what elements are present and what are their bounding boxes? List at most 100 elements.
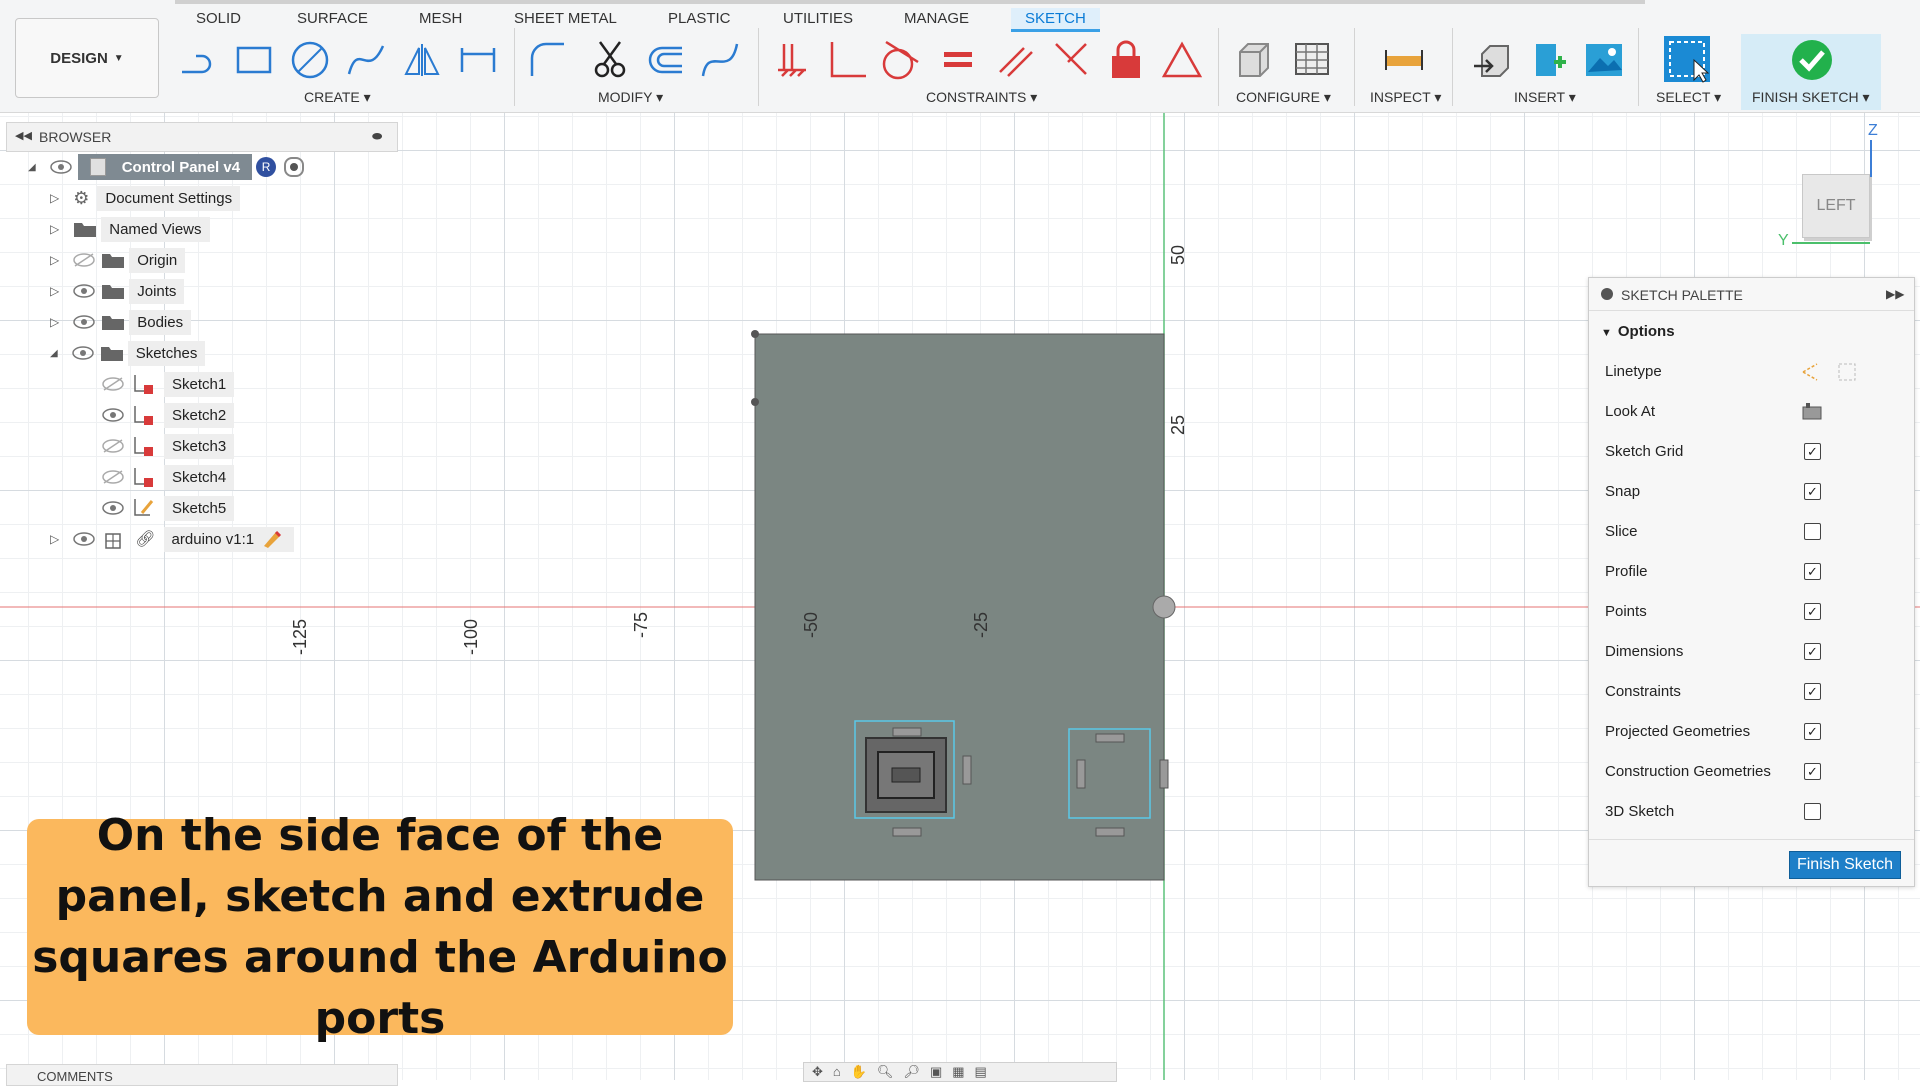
checkbox-slice[interactable]	[1804, 523, 1821, 540]
pin-icon[interactable]: ⬬	[372, 129, 382, 144]
eye-icon[interactable]	[71, 346, 94, 360]
eye-hidden-icon[interactable]	[102, 377, 124, 391]
configure-menu[interactable]: CONFIGURE ▾	[1236, 89, 1331, 106]
browser-root-label[interactable]: Control Panel v4	[77, 154, 253, 180]
expand-triangle-icon[interactable]: ▷	[50, 222, 59, 236]
eye-icon[interactable]	[73, 284, 95, 298]
browser-item-sketch2[interactable]: Sketch2	[102, 402, 235, 428]
insert-canvas-icon[interactable]	[1584, 40, 1624, 80]
dimension-tool-icon[interactable]	[458, 40, 498, 80]
inspect-menu[interactable]: INSPECT ▾	[1370, 89, 1441, 106]
expand-triangle-icon[interactable]: ▷	[50, 284, 59, 298]
circle-tool-icon[interactable]	[290, 40, 330, 80]
rectangle-tool-icon[interactable]	[234, 40, 274, 80]
mirror-tool-icon[interactable]	[402, 40, 442, 80]
expand-right-icon[interactable]: ▶▶	[1886, 287, 1904, 301]
browser-item-sketch5[interactable]: Sketch5	[102, 495, 235, 521]
checkbox-dimensions[interactable]: ✓	[1804, 643, 1821, 660]
tab-solid[interactable]: SOLID	[196, 10, 241, 27]
offset-tool-icon[interactable]	[646, 40, 686, 80]
browser-item-origin[interactable]: ▷ Origin	[50, 247, 186, 273]
parallel-constraint-icon[interactable]	[996, 40, 1036, 80]
spline-tool-icon[interactable]	[346, 40, 386, 80]
fix-constraint-icon[interactable]	[772, 40, 812, 80]
palette-pin-icon[interactable]	[1601, 288, 1613, 300]
tab-utilities[interactable]: UTILITIES	[783, 10, 853, 27]
workspace-switcher[interactable]: DESIGN ▼	[15, 18, 159, 98]
browser-item-sketch1[interactable]: Sketch1	[102, 371, 235, 397]
browser-item-document-settings[interactable]: ▷ ⚙ Document Settings	[50, 185, 241, 211]
browser-item-bodies[interactable]: ▷ Bodies	[50, 309, 192, 335]
tab-manage[interactable]: MANAGE	[904, 10, 969, 27]
eye-icon[interactable]	[102, 501, 124, 515]
tab-mesh[interactable]: MESH	[419, 10, 462, 27]
finish-sketch-menu[interactable]: FINISH SKETCH ▾	[1752, 89, 1870, 106]
lock-icon[interactable]	[1106, 40, 1146, 80]
triangle-warning-icon[interactable]	[1162, 40, 1202, 80]
tab-sheet-metal[interactable]: SHEET METAL	[514, 10, 617, 27]
eye-hidden-icon[interactable]	[102, 439, 124, 453]
configure-table-icon[interactable]	[1292, 40, 1332, 80]
eye-icon[interactable]	[73, 532, 95, 546]
eye-icon[interactable]	[102, 408, 124, 422]
line-tool-icon[interactable]	[178, 40, 218, 80]
tab-sketch[interactable]: SKETCH	[1011, 8, 1100, 32]
perpendicular-constraint-icon[interactable]	[826, 40, 866, 80]
eye-hidden-icon[interactable]	[73, 253, 95, 267]
checkbox-construction-geometries[interactable]: ✓	[1804, 763, 1821, 780]
navigation-tool-icons[interactable]: ✥⌂✋🔍︎🔎︎▣▦▤	[812, 1064, 997, 1080]
checkbox-3d-sketch[interactable]	[1804, 803, 1821, 820]
tab-plastic[interactable]: PLASTIC	[668, 10, 731, 27]
modify-menu[interactable]: MODIFY ▾	[598, 89, 663, 106]
look-at-icon[interactable]	[1801, 401, 1823, 423]
collapse-triangle-icon[interactable]: ◢	[50, 348, 58, 359]
viewcube[interactable]: Z LEFT Y	[1778, 122, 1898, 249]
browser-header[interactable]: ◀◀ BROWSER ⬬	[6, 122, 398, 152]
insert-mcmaster-icon[interactable]	[1528, 40, 1568, 80]
select-cursor-icon[interactable]	[1662, 34, 1712, 84]
checkbox-constraints[interactable]: ✓	[1804, 683, 1821, 700]
collapse-triangle-icon[interactable]: ◢	[28, 162, 36, 173]
checkbox-projected-geometries[interactable]: ✓	[1804, 723, 1821, 740]
fillet-tool-icon[interactable]	[528, 40, 568, 80]
curve-tool-icon[interactable]	[700, 40, 740, 80]
browser-item-arduino[interactable]: ▷ 🔗︎ arduino v1:1	[50, 526, 295, 552]
constraints-menu[interactable]: CONSTRAINTS ▾	[926, 89, 1037, 106]
eye-icon[interactable]	[49, 160, 72, 174]
eye-hidden-icon[interactable]	[102, 470, 124, 484]
expand-triangle-icon[interactable]: ▷	[50, 191, 59, 205]
browser-item-joints[interactable]: ▷ Joints	[50, 278, 185, 304]
palette-header[interactable]: SKETCH PALETTE ▶▶	[1589, 278, 1914, 311]
browser-item-sketches[interactable]: ◢ Sketches	[50, 340, 206, 366]
expand-triangle-icon[interactable]: ▷	[50, 532, 59, 546]
viewcube-face[interactable]: LEFT	[1802, 174, 1870, 238]
trim-tool-icon[interactable]	[590, 40, 630, 80]
browser-item-sketch4[interactable]: Sketch4	[102, 464, 235, 490]
pencil-edit-icon[interactable]	[260, 528, 282, 550]
select-menu[interactable]: SELECT ▾	[1656, 89, 1721, 106]
checkbox-sketch-grid[interactable]: ✓	[1804, 443, 1821, 460]
linetype-icons[interactable]	[1801, 361, 1861, 383]
browser-item-named-views[interactable]: ▷ Named Views	[50, 216, 210, 242]
insert-derive-icon[interactable]	[1472, 40, 1512, 80]
finish-sketch-button[interactable]: Finish Sketch	[1789, 851, 1901, 879]
tab-surface[interactable]: SURFACE	[297, 10, 368, 27]
eye-icon[interactable]	[73, 315, 95, 329]
tangent-constraint-icon[interactable]	[880, 40, 920, 80]
collinear-constraint-icon[interactable]	[1050, 40, 1090, 80]
palette-section-options[interactable]: ▼ Options	[1601, 323, 1675, 340]
checkbox-profile[interactable]: ✓	[1804, 563, 1821, 580]
browser-root-row[interactable]: ◢ Control Panel v4 R	[28, 154, 305, 180]
activate-radio-icon[interactable]	[284, 157, 305, 177]
navigation-bar[interactable]: ✥⌂✋🔍︎🔎︎▣▦▤	[803, 1062, 1117, 1082]
create-menu[interactable]: CREATE ▾	[304, 89, 371, 106]
equal-constraint-icon[interactable]	[940, 40, 980, 80]
checkbox-snap[interactable]: ✓	[1804, 483, 1821, 500]
measure-icon[interactable]	[1384, 40, 1424, 80]
browser-item-sketch3[interactable]: Sketch3	[102, 433, 235, 459]
finish-check-icon[interactable]	[1790, 38, 1834, 82]
expand-triangle-icon[interactable]: ▷	[50, 253, 59, 267]
configure-cube-icon[interactable]	[1234, 40, 1274, 80]
collapse-left-icon[interactable]: ◀◀	[15, 129, 32, 142]
checkbox-points[interactable]: ✓	[1804, 603, 1821, 620]
